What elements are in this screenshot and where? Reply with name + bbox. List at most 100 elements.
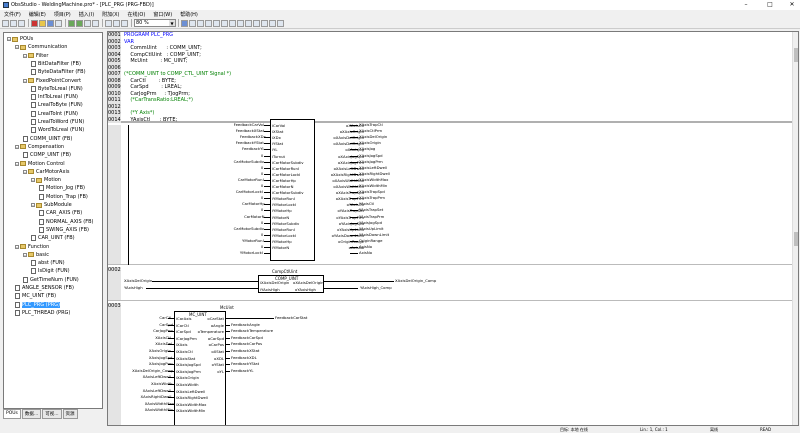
output-variable[interactable]: XAxisWidthMax [359, 177, 388, 182]
input-variable[interactable]: FeedbackCarVol [234, 123, 264, 127]
output-variable[interactable]: YAxisTrapPrm [359, 214, 384, 219]
output-variable[interactable]: FeedbackCarPos [231, 342, 262, 346]
toolbar-button-icon[interactable] [197, 19, 204, 27]
output-variable[interactable]: XAxisTrapCtl [359, 123, 383, 127]
declaration-line[interactable]: YAxisCtl : BYTE; [124, 117, 177, 124]
toolbar-button-icon[interactable] [68, 19, 75, 27]
tree-tab[interactable]: POUs [3, 409, 21, 419]
fbd-editor[interactable]: 0001 PROGRAM PLC_PRG 0002 VAR 0003 CommUint … [107, 31, 799, 426]
tree-node[interactable]: Motion_Jog (FB) [39, 184, 85, 192]
input-variable[interactable]: 0 [261, 184, 263, 188]
toolbar-button-icon[interactable] [277, 19, 284, 27]
output-variable[interactable]: XAxisLeftDwell [359, 165, 387, 170]
output-variable[interactable]: XAxisDelOrigin_Comp [395, 279, 436, 283]
output-variable[interactable]: FeedbackTemperature [231, 329, 273, 333]
tree-node[interactable]: IsDigit (FUN) [31, 267, 70, 275]
tree-node[interactable]: PLC_PRG (PRG) [15, 301, 61, 309]
output-variable[interactable]: OriginRange [359, 238, 383, 243]
output-variable[interactable]: XAxisDelOrigin [359, 135, 387, 139]
toolbar-button-icon[interactable] [92, 19, 99, 27]
network-scroll-thumb[interactable] [794, 232, 798, 246]
network-1[interactable]: iCarVol iXStat iXDx iYStat iYL iTurnut iCarMot… [108, 119, 794, 265]
tree-node[interactable]: ANGLE_SENSOR (FB) [15, 284, 74, 292]
menu-item-6[interactable]: 窗口(W) [149, 11, 176, 18]
tree-node[interactable]: - Function [15, 243, 49, 251]
input-variable[interactable]: CarMotorHp [242, 202, 265, 206]
toolbar-button-icon[interactable] [253, 19, 260, 27]
toolbar-button-icon[interactable] [39, 19, 46, 27]
close-button[interactable]: ✕ [784, 0, 800, 10]
toolbar-button-icon[interactable] [10, 19, 17, 27]
output-variable[interactable]: FeedbackXStat [231, 349, 259, 353]
output-variable[interactable]: YAxisTrapSet [359, 208, 383, 212]
tree-tab[interactable]: 资源 [62, 409, 78, 419]
collapse-toggle-icon[interactable]: - [15, 161, 19, 166]
output-variable[interactable]: XAxisJog [359, 147, 375, 151]
project-tree[interactable]: - POUs - Communication - Filter BitDataFilter … [3, 32, 103, 409]
output-variable[interactable]: FeedbackYStat [231, 362, 259, 366]
input-variable[interactable]: 0 [261, 220, 263, 225]
input-variable[interactable]: CarMotorN [244, 214, 264, 219]
output-variable[interactable]: XAxisTrapSpd [359, 190, 385, 194]
input-variable[interactable]: FeedbackYStat [236, 141, 264, 145]
collapse-toggle-icon[interactable]: - [23, 78, 27, 83]
collapse-toggle-icon[interactable]: - [15, 45, 19, 50]
toolbar-button-icon[interactable] [213, 19, 220, 27]
toolbar-button-icon[interactable] [261, 19, 268, 27]
tree-node[interactable]: COMP_UINT (FB) [23, 151, 71, 159]
toolbar-button-icon[interactable] [105, 19, 112, 27]
collapse-toggle-icon[interactable]: - [23, 169, 27, 174]
tree-node[interactable]: ByteToLreal (FUN) [31, 85, 83, 93]
zoom-select[interactable]: 80 % ▼ [134, 19, 176, 27]
menu-item-0[interactable]: 文件(F) [0, 11, 25, 18]
input-variable[interactable]: CarMotorLockI [236, 190, 263, 194]
toolbar-button-icon[interactable] [113, 19, 120, 27]
chevron-down-icon[interactable]: ▼ [169, 20, 175, 26]
declaration-line[interactable]: McUint : MC_UINT; [124, 58, 187, 65]
input-variable[interactable]: CarMotorRunI [238, 177, 264, 182]
collapse-toggle-icon[interactable]: - [23, 252, 27, 257]
input-variable[interactable]: CarMotorSubdiv [234, 159, 264, 164]
input-variable[interactable]: XAxisRightDwell [141, 395, 172, 399]
toolbar-button-icon[interactable] [121, 19, 128, 27]
tree-node[interactable]: - Communication [15, 43, 67, 51]
function-block-car-uint[interactable]: iCarVol iXStat iXDx iYStat iYL iTurnut iCarMot… [270, 119, 364, 261]
tree-node[interactable]: LrealToWord (FUN) [31, 118, 84, 126]
tree-node[interactable]: Motion_Trap (FB) [39, 193, 88, 201]
output-variable[interactable]: YAxisHigh_Comp [360, 286, 392, 290]
function-block-mc-uint[interactable]: MC_UINT iCarAxis iCarCtl iCarSpd iCarJogPrm i… [174, 311, 226, 425]
tree-node[interactable]: SWING_AXIS (FB) [39, 226, 89, 234]
output-variable[interactable]: XAxisCtlPrm [359, 129, 382, 133]
tree-node[interactable]: COMM_UINT (FB) [23, 135, 72, 143]
tree-node[interactable]: - Filter [23, 52, 48, 60]
toolbar-button-icon[interactable] [76, 19, 83, 27]
tree-node[interactable]: GetTimeNum (FUN) [23, 276, 79, 284]
input-variable[interactable]: 0 [261, 245, 263, 249]
fbd-network-area[interactable]: iCarVol iXStat iXDx iYStat iYL iTurnut iCarMot… [108, 119, 794, 425]
output-variable[interactable]: XAxisRightDwell [359, 171, 390, 176]
collapse-toggle-icon[interactable]: - [7, 37, 11, 42]
tree-node[interactable]: - POUs [7, 35, 33, 43]
input-variable[interactable]: 0 [261, 208, 263, 212]
input-variable[interactable]: XAxisLeftDwell [143, 375, 171, 379]
output-variable[interactable]: AxisNo [359, 251, 372, 255]
output-variable[interactable]: YAxisDownLimit [359, 232, 389, 237]
toolbar-button-icon[interactable] [47, 19, 54, 27]
input-variable[interactable]: YMotorLockI [240, 251, 263, 255]
input-variable[interactable]: 0 [261, 232, 263, 237]
tree-node[interactable]: WordToLreal (FUN) [31, 126, 84, 134]
maximize-button[interactable]: □ [762, 0, 778, 10]
tree-node[interactable]: ByteDataFilter (FB) [31, 68, 86, 76]
tree-node[interactable]: IntToLreal (FUN) [31, 93, 78, 101]
output-variable[interactable]: AxisNo [359, 245, 372, 249]
output-variable[interactable]: XAxisTrapPrm [359, 196, 385, 200]
output-variable[interactable]: FeedbackCarSpd [231, 335, 263, 340]
menu-item-5[interactable]: 在线(O) [123, 11, 149, 18]
collapse-toggle-icon[interactable]: - [31, 178, 35, 183]
tree-node[interactable]: - Motion Control [15, 160, 65, 168]
collapse-toggle-icon[interactable]: - [15, 244, 19, 249]
input-variable[interactable]: XAxisLeftDwell [143, 388, 171, 393]
network-2[interactable]: 0002 CompCtlUint COMP_UINT iXAxisDelOrigin i… [108, 267, 794, 301]
tree-node[interactable]: CAR_AXIS (FB) [39, 209, 82, 217]
tree-node[interactable]: - Motion [31, 176, 61, 184]
